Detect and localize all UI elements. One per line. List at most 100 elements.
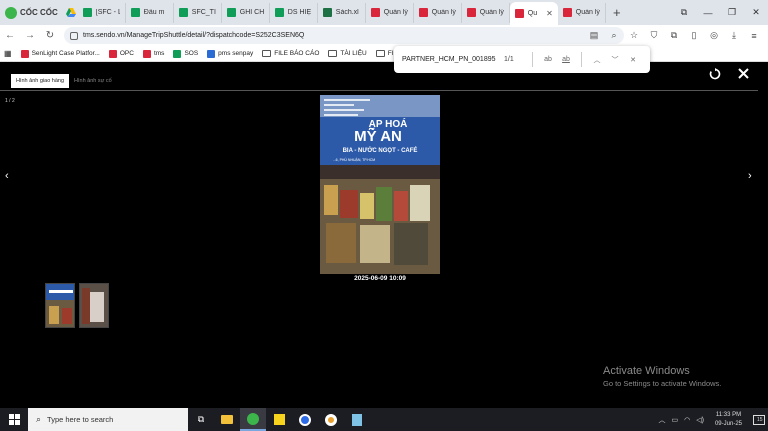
bookmark-item[interactable]: OPC <box>108 49 134 58</box>
site-info-icon[interactable] <box>70 31 78 40</box>
browser-tab-label: Quản lý <box>575 9 600 16</box>
notification-center-icon[interactable]: 15 <box>750 408 768 431</box>
file-explorer-icon[interactable] <box>214 408 240 431</box>
browser-tab[interactable]: Quản lý <box>366 2 414 23</box>
apps-icon[interactable]: ▦ <box>4 49 12 58</box>
tab-favicon-icon <box>418 8 428 17</box>
tab-favicon-icon <box>562 8 572 17</box>
screen: CỐC CỐC [SFC - L Đầu m SFC_TI GHI CH DS HIỆ S… <box>0 0 768 431</box>
find-query-input[interactable]: PARTNER_HCM_PN_001895 <box>402 56 504 63</box>
reader-icon[interactable]: ▤ <box>584 30 604 41</box>
activate-windows-title: Activate Windows <box>603 365 690 377</box>
windows-start-icon[interactable] <box>0 408 28 431</box>
address-bar: ← → ↻ tms.sendo.vn/ManageTripShuttle/det… <box>0 25 768 46</box>
tab-search-icon[interactable]: ⧉ <box>672 7 696 18</box>
coccoc-logo-icon <box>5 6 17 19</box>
browser-tab[interactable]: Quản lý <box>462 2 510 23</box>
chrome-icon[interactable] <box>318 408 344 431</box>
minimize-icon[interactable]: — <box>696 8 720 18</box>
url-text: tms.sendo.vn/ManageTripShuttle/detail/?d… <box>83 32 305 39</box>
bookmark-item[interactable]: SOS <box>173 49 199 58</box>
bookmark-item[interactable]: TÀI LIỆU <box>328 50 367 57</box>
zalo-icon[interactable] <box>292 408 318 431</box>
photo-thumbnail-1[interactable] <box>45 283 75 328</box>
bookmark-item[interactable]: SenLight Case Platfor... <box>20 49 100 58</box>
browser-tab[interactable]: Qu ✕ <box>509 2 558 25</box>
bookmark-label: FILE BÁO CÁO <box>274 50 320 57</box>
next-photo-icon[interactable]: › <box>748 170 752 182</box>
clock[interactable]: 11:33 PM 09-Jun-25 <box>707 411 750 429</box>
coccoc-taskbar-icon[interactable] <box>240 408 266 431</box>
tab-delivery-photos[interactable]: Hình ảnh giao hàng <box>11 74 70 88</box>
google-drive-icon[interactable] <box>64 0 78 25</box>
close-viewer-icon[interactable] <box>738 68 749 82</box>
find-close-icon[interactable]: ✕ <box>624 56 642 64</box>
bookmark-item[interactable]: pms senpay <box>207 49 253 58</box>
back-icon[interactable]: ← <box>0 30 20 41</box>
browser-tab[interactable]: [SFC - L <box>78 2 126 23</box>
close-tab-icon[interactable]: ✕ <box>546 9 553 18</box>
browser-tab[interactable]: Sách.xl <box>318 2 366 23</box>
photo-thumbnail-2[interactable] <box>79 283 109 328</box>
browser-tab[interactable]: Đầu m <box>126 2 174 23</box>
browser-tab-label: Qu <box>527 10 538 17</box>
url-field[interactable]: tms.sendo.vn/ManageTripShuttle/detail/?d… <box>64 27 624 44</box>
sticky-notes-icon[interactable] <box>266 408 292 431</box>
sidebar-icon[interactable]: ▯ <box>684 30 704 41</box>
folder-icon <box>262 50 272 57</box>
wifi-icon[interactable]: ◠ <box>681 416 693 424</box>
sendo-icon <box>108 49 117 58</box>
volume-icon[interactable]: ◁) <box>693 416 707 424</box>
sign-address: ...6, PHÚ NHUẬN, TP.HCM <box>333 158 376 162</box>
system-tray: ︿ ▭ ◠ ◁) 11:33 PM 09-Jun-25 15 <box>656 408 768 431</box>
whole-word-button[interactable]: ab <box>557 56 575 63</box>
tab-incident-photos[interactable]: Hình ảnh sự cố <box>69 74 117 88</box>
network-icon[interactable]: ▭ <box>669 416 682 424</box>
find-next-icon[interactable]: ﹀ <box>606 55 624 65</box>
tray-overflow-icon[interactable]: ︿ <box>656 415 669 425</box>
tab-favicon-icon <box>322 8 332 17</box>
browser-tab-label: Quản lý <box>479 9 504 16</box>
browser-tab[interactable]: Quản lý <box>414 2 462 23</box>
menu-icon[interactable]: ≡ <box>744 31 764 41</box>
restore-icon[interactable]: ❐ <box>720 7 744 18</box>
browser-tab[interactable]: Quản lý <box>558 2 606 23</box>
find-previous-icon[interactable]: ︿ <box>588 55 606 65</box>
bookmarks-bar: ▦ SenLight Case Platfor... OPC tms SOS pms s… <box>0 46 768 62</box>
photo-counter: 1 / 2 <box>5 98 15 104</box>
window-controls: ⧉ — ❐ ✕ <box>672 0 768 25</box>
browser-tab[interactable]: GHI CH <box>222 2 270 23</box>
bookmark-label: TÀI LIỆU <box>340 50 367 57</box>
task-view-icon[interactable]: ⧉ <box>188 408 214 431</box>
notepad-icon[interactable] <box>344 408 370 431</box>
browser-tab[interactable]: SFC_TI <box>174 2 222 23</box>
tab-favicon-icon <box>226 8 236 17</box>
close-window-icon[interactable]: ✕ <box>744 7 768 18</box>
new-tab-button[interactable]: + <box>606 5 628 20</box>
sendo-icon <box>20 49 29 58</box>
reload-icon[interactable]: ↻ <box>40 30 60 41</box>
browser-brand[interactable]: CỐC CỐC <box>0 0 64 25</box>
zoom-icon[interactable]: ⌕ <box>604 30 624 41</box>
delivery-photo[interactable]: ẠP HOÁ MỸ AN BIA - NƯỚC NGỌT - CAFÉ ...6… <box>320 95 440 274</box>
download-icon[interactable]: ⤓ <box>724 30 744 41</box>
taskbar-search-placeholder: Type here to search <box>47 415 114 424</box>
taskbar: ⌕ Type here to search ⧉ ︿ ▭ ◠ ◁) 11:33 P… <box>0 408 768 431</box>
forward-icon[interactable]: → <box>20 30 40 41</box>
taskbar-search-input[interactable]: ⌕ Type here to search <box>28 408 188 431</box>
senpay-icon <box>207 49 216 58</box>
bookmark-label: SOS <box>184 50 199 57</box>
shield-icon[interactable]: ⛉ <box>644 30 664 41</box>
extensions-icon[interactable]: ⧉ <box>664 30 684 41</box>
rotate-icon[interactable] <box>709 68 721 83</box>
clock-date: 09-Jun-25 <box>714 420 742 427</box>
previous-photo-icon[interactable]: ‹ <box>5 170 9 182</box>
bookmark-item[interactable]: tms <box>142 49 164 58</box>
match-case-button[interactable]: ab <box>539 56 557 63</box>
tab-favicon-icon <box>82 8 92 17</box>
browser-tab[interactable]: DS HIỆ <box>270 2 318 23</box>
bookmark-item[interactable]: FILE BÁO CÁO <box>262 50 319 57</box>
browser-tab-label: Quản lý <box>431 9 456 16</box>
bookmark-star-icon[interactable]: ☆ <box>624 30 644 41</box>
profile-icon[interactable]: ◎ <box>704 30 724 41</box>
